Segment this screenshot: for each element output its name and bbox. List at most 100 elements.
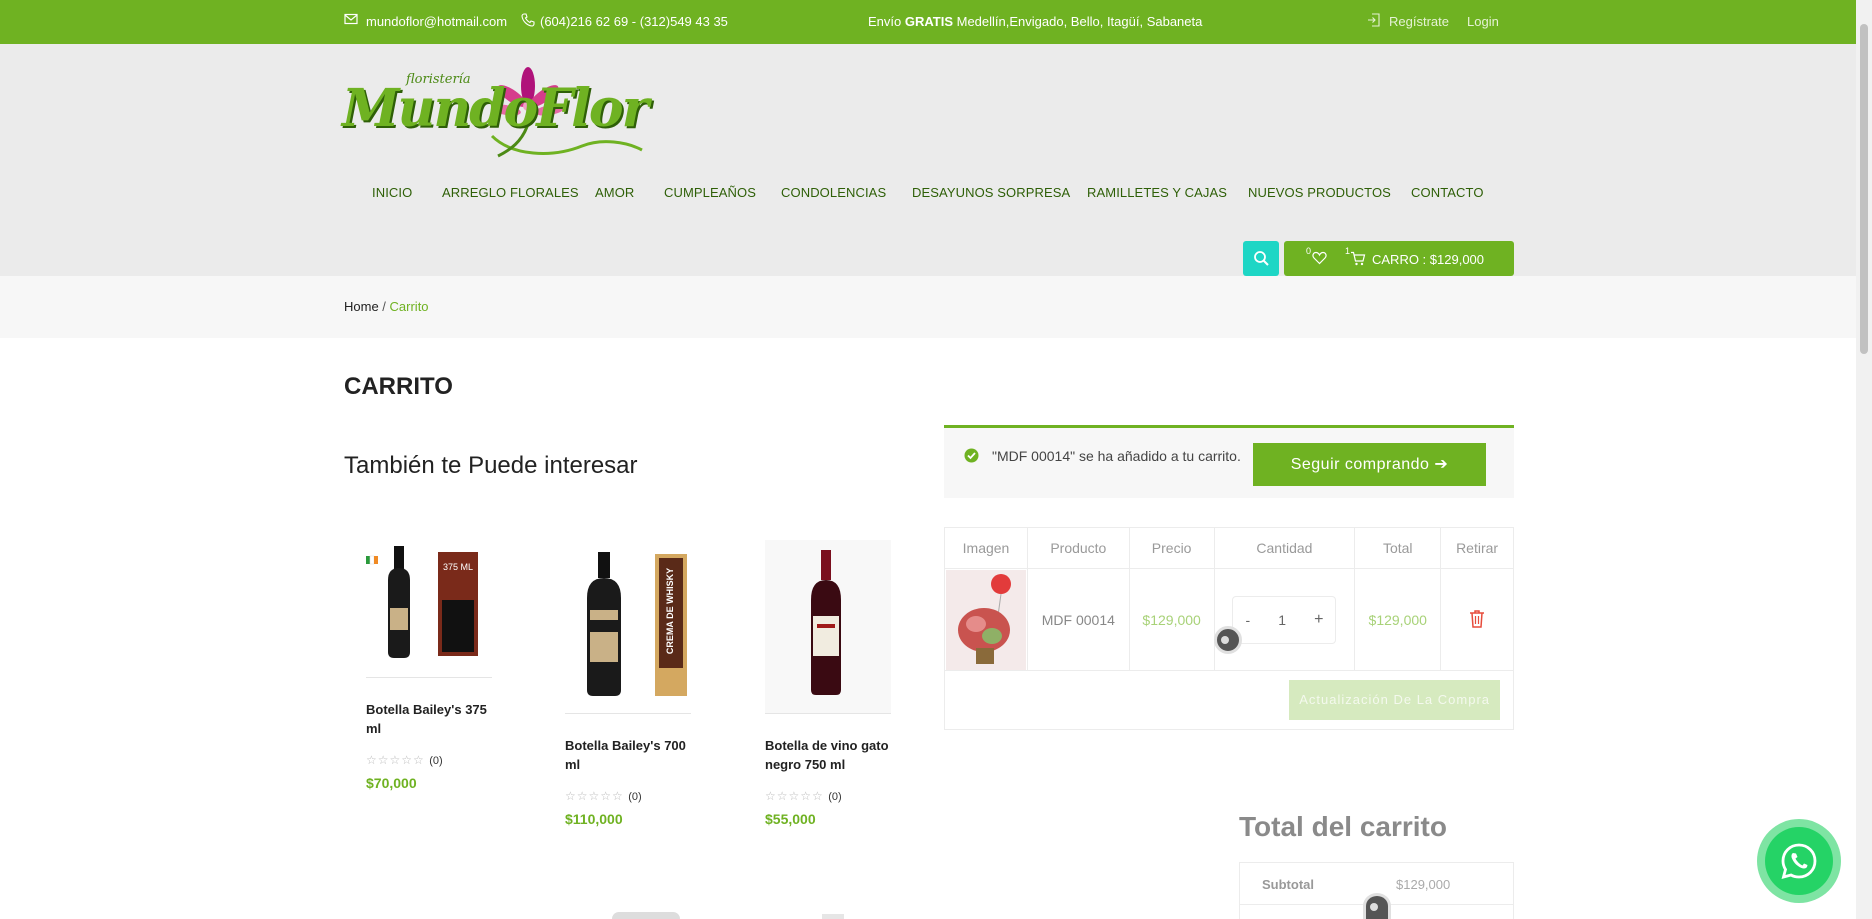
logo-main-text: MundoFlor [342, 78, 649, 139]
baileys-375-image [366, 546, 478, 658]
mail-icon [344, 13, 358, 28]
quantity-stepper: - 1 + [1232, 595, 1337, 644]
shipping-bold: GRATIS [904, 14, 954, 29]
product-price: $55,000 [765, 811, 816, 827]
cart-actions-cell: Actualización De La Compra [944, 670, 1514, 730]
product-size-tag: 375 ML [442, 562, 474, 572]
cart-actions-row: Actualización De La Compra [944, 670, 1514, 730]
cart-item-image-cell [944, 568, 1028, 671]
shipping-notice: Envío GRATIS Medellín,Envigado, Bello, I… [868, 14, 1202, 29]
nav-contacto[interactable]: CONTACTO [1411, 185, 1484, 200]
login-icon [1367, 13, 1380, 30]
rating-stars: ☆☆☆☆☆ [765, 789, 824, 803]
shipping-rest: Medellín,Envigado, Bello, Itagüí, Sabane… [953, 14, 1203, 29]
nav-cumpleanos[interactable]: CUMPLEAÑOS [664, 185, 756, 200]
search-button[interactable] [1243, 241, 1279, 276]
breadcrumb-trail: Home / Carrito [344, 299, 429, 314]
loading-spinner [1363, 893, 1391, 919]
register-link[interactable]: Regístrate [1389, 14, 1449, 29]
check-circle-icon [964, 448, 979, 463]
nav-inicio[interactable]: INICIO [372, 185, 412, 200]
col-imagen: Imagen [944, 527, 1028, 569]
product-image[interactable]: CREMA DE WHISKY [565, 540, 691, 714]
page-title: CARRITO [344, 373, 453, 400]
cart-icon [1351, 251, 1366, 266]
cart-item-quantity-cell: - 1 + [1213, 568, 1356, 671]
heart-icon[interactable] [1312, 251, 1327, 265]
quantity-increase-button[interactable]: + [1314, 611, 1323, 629]
product-image[interactable] [765, 540, 891, 714]
rating-stars: ☆☆☆☆☆ [366, 753, 425, 767]
gato-negro-image [811, 550, 841, 695]
contact-phones: (604)216 62 69 - (312)549 43 35 [540, 14, 728, 29]
related-product-partial [612, 912, 680, 919]
header-cart-label: CARRO : $129,000 [1372, 252, 1485, 267]
site-header: floristería MundoFlor INICIO ARREGLO FLO… [0, 44, 1856, 276]
scrollbar-thumb[interactable] [1860, 24, 1868, 354]
breadcrumb-sep: / [378, 299, 390, 314]
cart-item-price: $129,000 [1128, 568, 1215, 671]
notice-text: "MDF 00014" se ha añadido a tu carrito. [992, 448, 1241, 464]
whatsapp-icon [1781, 843, 1817, 879]
search-icon [1254, 251, 1269, 266]
nav-condolencias[interactable]: CONDOLENCIAS [781, 185, 886, 200]
subtotal-value: $129,000 [1396, 877, 1451, 892]
cart-item-image[interactable] [945, 569, 1026, 670]
product-price: $70,000 [366, 775, 417, 791]
related-title: También te Puede interesar [344, 452, 638, 479]
header-cart-button[interactable]: 0 1 CARRO : $129,000 [1284, 241, 1514, 276]
review-count: (0) [429, 755, 443, 767]
product-rating: ☆☆☆☆☆ (0) [366, 751, 492, 769]
related-product-partial [822, 914, 844, 919]
nav-ramilletes-y-cajas[interactable]: RAMILLETES Y CAJAS [1087, 185, 1227, 200]
shipping-prefix: Envío [868, 14, 905, 29]
review-count: (0) [628, 791, 642, 803]
product-name[interactable]: Botella Bailey's 375 ml [366, 700, 492, 738]
product-rating: ☆☆☆☆☆ (0) [565, 787, 691, 805]
product-price: $110,000 [565, 811, 623, 827]
related-product-card[interactable]: CREMA DE WHISKY Botella Bailey's 700 ml … [565, 540, 691, 827]
quantity-decrease-button[interactable]: - [1245, 612, 1250, 628]
nav-arreglo-florales[interactable]: ARREGLO FLORALES [442, 185, 579, 200]
related-product-card[interactable]: Botella de vino gato negro 750 ml ☆☆☆☆☆ … [765, 540, 891, 827]
col-total: Total [1354, 527, 1442, 569]
col-precio: Precio [1128, 527, 1215, 569]
breadcrumb-home[interactable]: Home [344, 299, 379, 314]
col-cantidad: Cantidad [1213, 527, 1356, 569]
trash-icon[interactable] [1469, 609, 1485, 628]
review-count: (0) [828, 791, 842, 803]
whatsapp-button[interactable] [1757, 819, 1841, 903]
col-retirar: Retirar [1440, 527, 1514, 569]
cart-item-remove-cell [1440, 568, 1514, 671]
loading-spinner [1214, 626, 1242, 654]
nav-desayunos-sorpresa[interactable]: DESAYUNOS SORPRESA [912, 185, 1070, 200]
cart-row: MDF 00014 $129,000 - 1 + $129,000 [944, 568, 1514, 671]
contact-email[interactable]: mundoflor@hotmail.com [366, 14, 507, 29]
login-link[interactable]: Login [1467, 14, 1499, 29]
product-tag-vertical: CREMA DE WHISKY [665, 567, 675, 655]
subtotal-label: Subtotal [1262, 877, 1314, 892]
product-name[interactable]: Botella de vino gato negro 750 ml [765, 736, 891, 774]
continue-shopping-button[interactable]: Seguir comprando ➔ [1253, 443, 1486, 486]
phone-icon [521, 13, 535, 30]
quantity-input[interactable]: 1 [1278, 612, 1286, 628]
cart-notice: "MDF 00014" se ha añadido a tu carrito. … [944, 425, 1514, 498]
nav-nuevos-productos[interactable]: NUEVOS PRODUCTOS [1248, 185, 1391, 200]
wishlist-count: 0 [1306, 246, 1312, 256]
site-logo[interactable]: floristería MundoFlor [342, 66, 654, 162]
cart-table-header: Imagen Producto Precio Cantidad Total Re… [944, 527, 1514, 569]
product-image[interactable]: 375 ML [366, 540, 492, 678]
page-scrollbar[interactable] [1856, 0, 1872, 919]
breadcrumb-current: Carrito [389, 299, 429, 314]
top-bar: mundoflor@hotmail.com (604)216 62 69 - (… [0, 0, 1856, 44]
nav-amor[interactable]: AMOR [595, 185, 634, 200]
product-rating: ☆☆☆☆☆ (0) [765, 787, 891, 805]
product-name[interactable]: Botella Bailey's 700 ml [565, 736, 691, 774]
cart-item-name[interactable]: MDF 00014 [1026, 568, 1130, 671]
breadcrumb: Home / Carrito [0, 276, 1856, 338]
rating-stars: ☆☆☆☆☆ [565, 789, 624, 803]
col-producto: Producto [1026, 527, 1130, 569]
cart-totals-title: Total del carrito [1239, 811, 1447, 842]
related-product-card[interactable]: 375 ML Botella Bailey's 375 ml ☆☆☆☆☆ (0)… [366, 540, 492, 791]
cart-item-total: $129,000 [1354, 568, 1442, 671]
